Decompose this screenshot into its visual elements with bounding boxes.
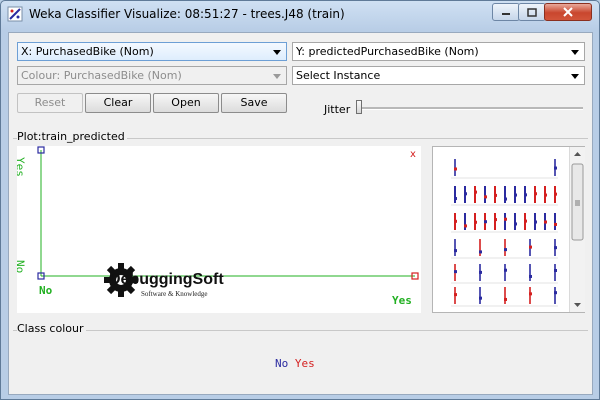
chevron-down-icon — [273, 50, 281, 55]
save-button[interactable]: Save — [221, 93, 287, 113]
matrix-row-1[interactable] — [451, 186, 558, 206]
y-axis-select[interactable]: Y: predictedPurchasedBike (Nom) — [292, 42, 585, 61]
watermark-subtitle: Software & Knowledge — [141, 290, 207, 298]
data-points-layer — [37, 146, 419, 280]
x-axis-right-label: Yes — [392, 294, 412, 307]
matrix-mark — [504, 217, 507, 221]
scrollbar-svg — [571, 152, 584, 307]
matrix-mark — [529, 274, 532, 278]
weka-app-icon — [7, 6, 23, 22]
matrix-mark — [544, 193, 547, 197]
classifier-visualize-window: Weka Classifier Visualize: 08:51:27 - tr… — [0, 0, 600, 400]
x-axis-select[interactable]: X: PurchasedBike (Nom) — [17, 42, 287, 61]
attribute-matrix-svg — [451, 159, 558, 307]
attribute-matrix-panel[interactable] — [432, 146, 585, 313]
chevron-down-icon — [273, 74, 281, 79]
matrix-mark — [494, 193, 497, 197]
matrix-mark — [479, 250, 482, 254]
matrix-mark — [524, 193, 527, 197]
matrix-mark — [454, 167, 457, 171]
y-axis-bottom-label: No — [17, 260, 27, 273]
matrix-mark — [524, 219, 527, 223]
matrix-row-4[interactable] — [451, 264, 558, 284]
matrix-mark — [484, 220, 487, 224]
colour-value: Colour: PurchasedBike (Nom) — [21, 69, 182, 82]
minimize-icon — [502, 13, 510, 15]
matrix-mark — [504, 268, 507, 272]
matrix-mark — [494, 218, 497, 222]
scatter-plot-svg: Yes No No Yes x DebuggingSoft Software &… — [14, 146, 419, 307]
matrix-mark — [474, 190, 477, 194]
matrix-mark — [529, 292, 532, 296]
matrix-row-0[interactable] — [451, 159, 558, 179]
matrix-mark — [479, 270, 482, 274]
matrix-mark — [464, 192, 467, 196]
class-colour-title: Class colour — [17, 322, 86, 335]
matrix-row-5[interactable] — [451, 287, 558, 307]
scrollbar-thumb[interactable] — [571, 163, 584, 241]
plot-close-mark[interactable]: x — [410, 149, 416, 160]
chevron-down-icon — [571, 74, 579, 79]
class-colour-yes: Yes — [294, 357, 315, 370]
matrix-mark — [544, 220, 547, 224]
matrix-mark — [454, 270, 457, 274]
matrix-mark — [554, 192, 557, 196]
matrix-mark — [554, 166, 557, 170]
matrix-mark — [534, 192, 537, 196]
matrix-mark — [454, 293, 457, 297]
matrix-mark — [534, 220, 537, 224]
y-axis-value: Y: predictedPurchasedBike (Nom) — [296, 45, 479, 58]
chevron-down-icon — [571, 50, 579, 55]
select-instance-value: Select Instance — [296, 69, 381, 82]
minimize-button[interactable] — [492, 3, 520, 21]
close-icon — [563, 7, 573, 17]
matrix-mark — [504, 297, 507, 301]
matrix-mark — [529, 245, 532, 249]
matrix-mark — [464, 224, 467, 228]
matrix-mark — [514, 193, 517, 197]
matrix-mark — [504, 248, 507, 252]
maximize-button[interactable] — [518, 3, 546, 21]
matrix-row-2[interactable] — [451, 213, 558, 233]
matrix-vertical-scrollbar[interactable] — [569, 147, 585, 312]
matrix-row-3[interactable] — [451, 239, 558, 259]
matrix-mark — [454, 219, 457, 223]
title-bar[interactable]: Weka Classifier Visualize: 08:51:27 - tr… — [1, 1, 599, 27]
matrix-mark — [504, 197, 507, 201]
scroll-down-arrow-icon[interactable] — [574, 303, 581, 307]
x-axis-left-label: No — [39, 284, 53, 297]
matrix-mark — [484, 195, 487, 199]
matrix-mark — [454, 249, 457, 253]
class-colour-legend: No Yes — [275, 357, 315, 370]
clear-button[interactable]: Clear — [85, 93, 151, 113]
matrix-mark — [474, 220, 477, 224]
jitter-slider-handle[interactable] — [356, 100, 362, 114]
scatter-plot-area[interactable]: Yes No No Yes x DebuggingSoft Software &… — [14, 146, 421, 313]
window-title: Weka Classifier Visualize: 08:51:27 - tr… — [29, 7, 345, 21]
matrix-mark — [479, 296, 482, 300]
class-colour-group-border — [13, 330, 588, 331]
plot-group-title: Plot:train_predicted — [17, 130, 127, 143]
y-axis-top-label: Yes — [17, 157, 27, 177]
close-button[interactable] — [544, 3, 592, 21]
class-colour-no: No — [275, 357, 289, 370]
select-instance-dropdown[interactable]: Select Instance — [292, 66, 585, 85]
watermark-logo: DebuggingSoft Software & Knowledge — [104, 263, 224, 298]
matrix-mark — [554, 246, 557, 250]
x-axis-value: X: PurchasedBike (Nom) — [21, 45, 154, 58]
matrix-mark — [454, 197, 457, 201]
matrix-mark — [554, 269, 557, 273]
window-content: X: PurchasedBike (Nom) Y: predictedPurch… — [8, 32, 593, 395]
matrix-mark — [514, 222, 517, 226]
matrix-mark — [554, 291, 557, 295]
colour-select[interactable]: Colour: PurchasedBike (Nom) — [17, 66, 287, 85]
open-button[interactable]: Open — [153, 93, 219, 113]
maximize-icon — [527, 7, 537, 17]
reset-button[interactable]: Reset — [17, 93, 83, 113]
scroll-up-arrow-icon[interactable] — [574, 152, 581, 156]
watermark-title: DebuggingSoft — [109, 271, 224, 288]
matrix-mark — [554, 222, 557, 226]
jitter-label: Jitter — [324, 103, 351, 116]
jitter-slider-track[interactable] — [357, 107, 583, 110]
